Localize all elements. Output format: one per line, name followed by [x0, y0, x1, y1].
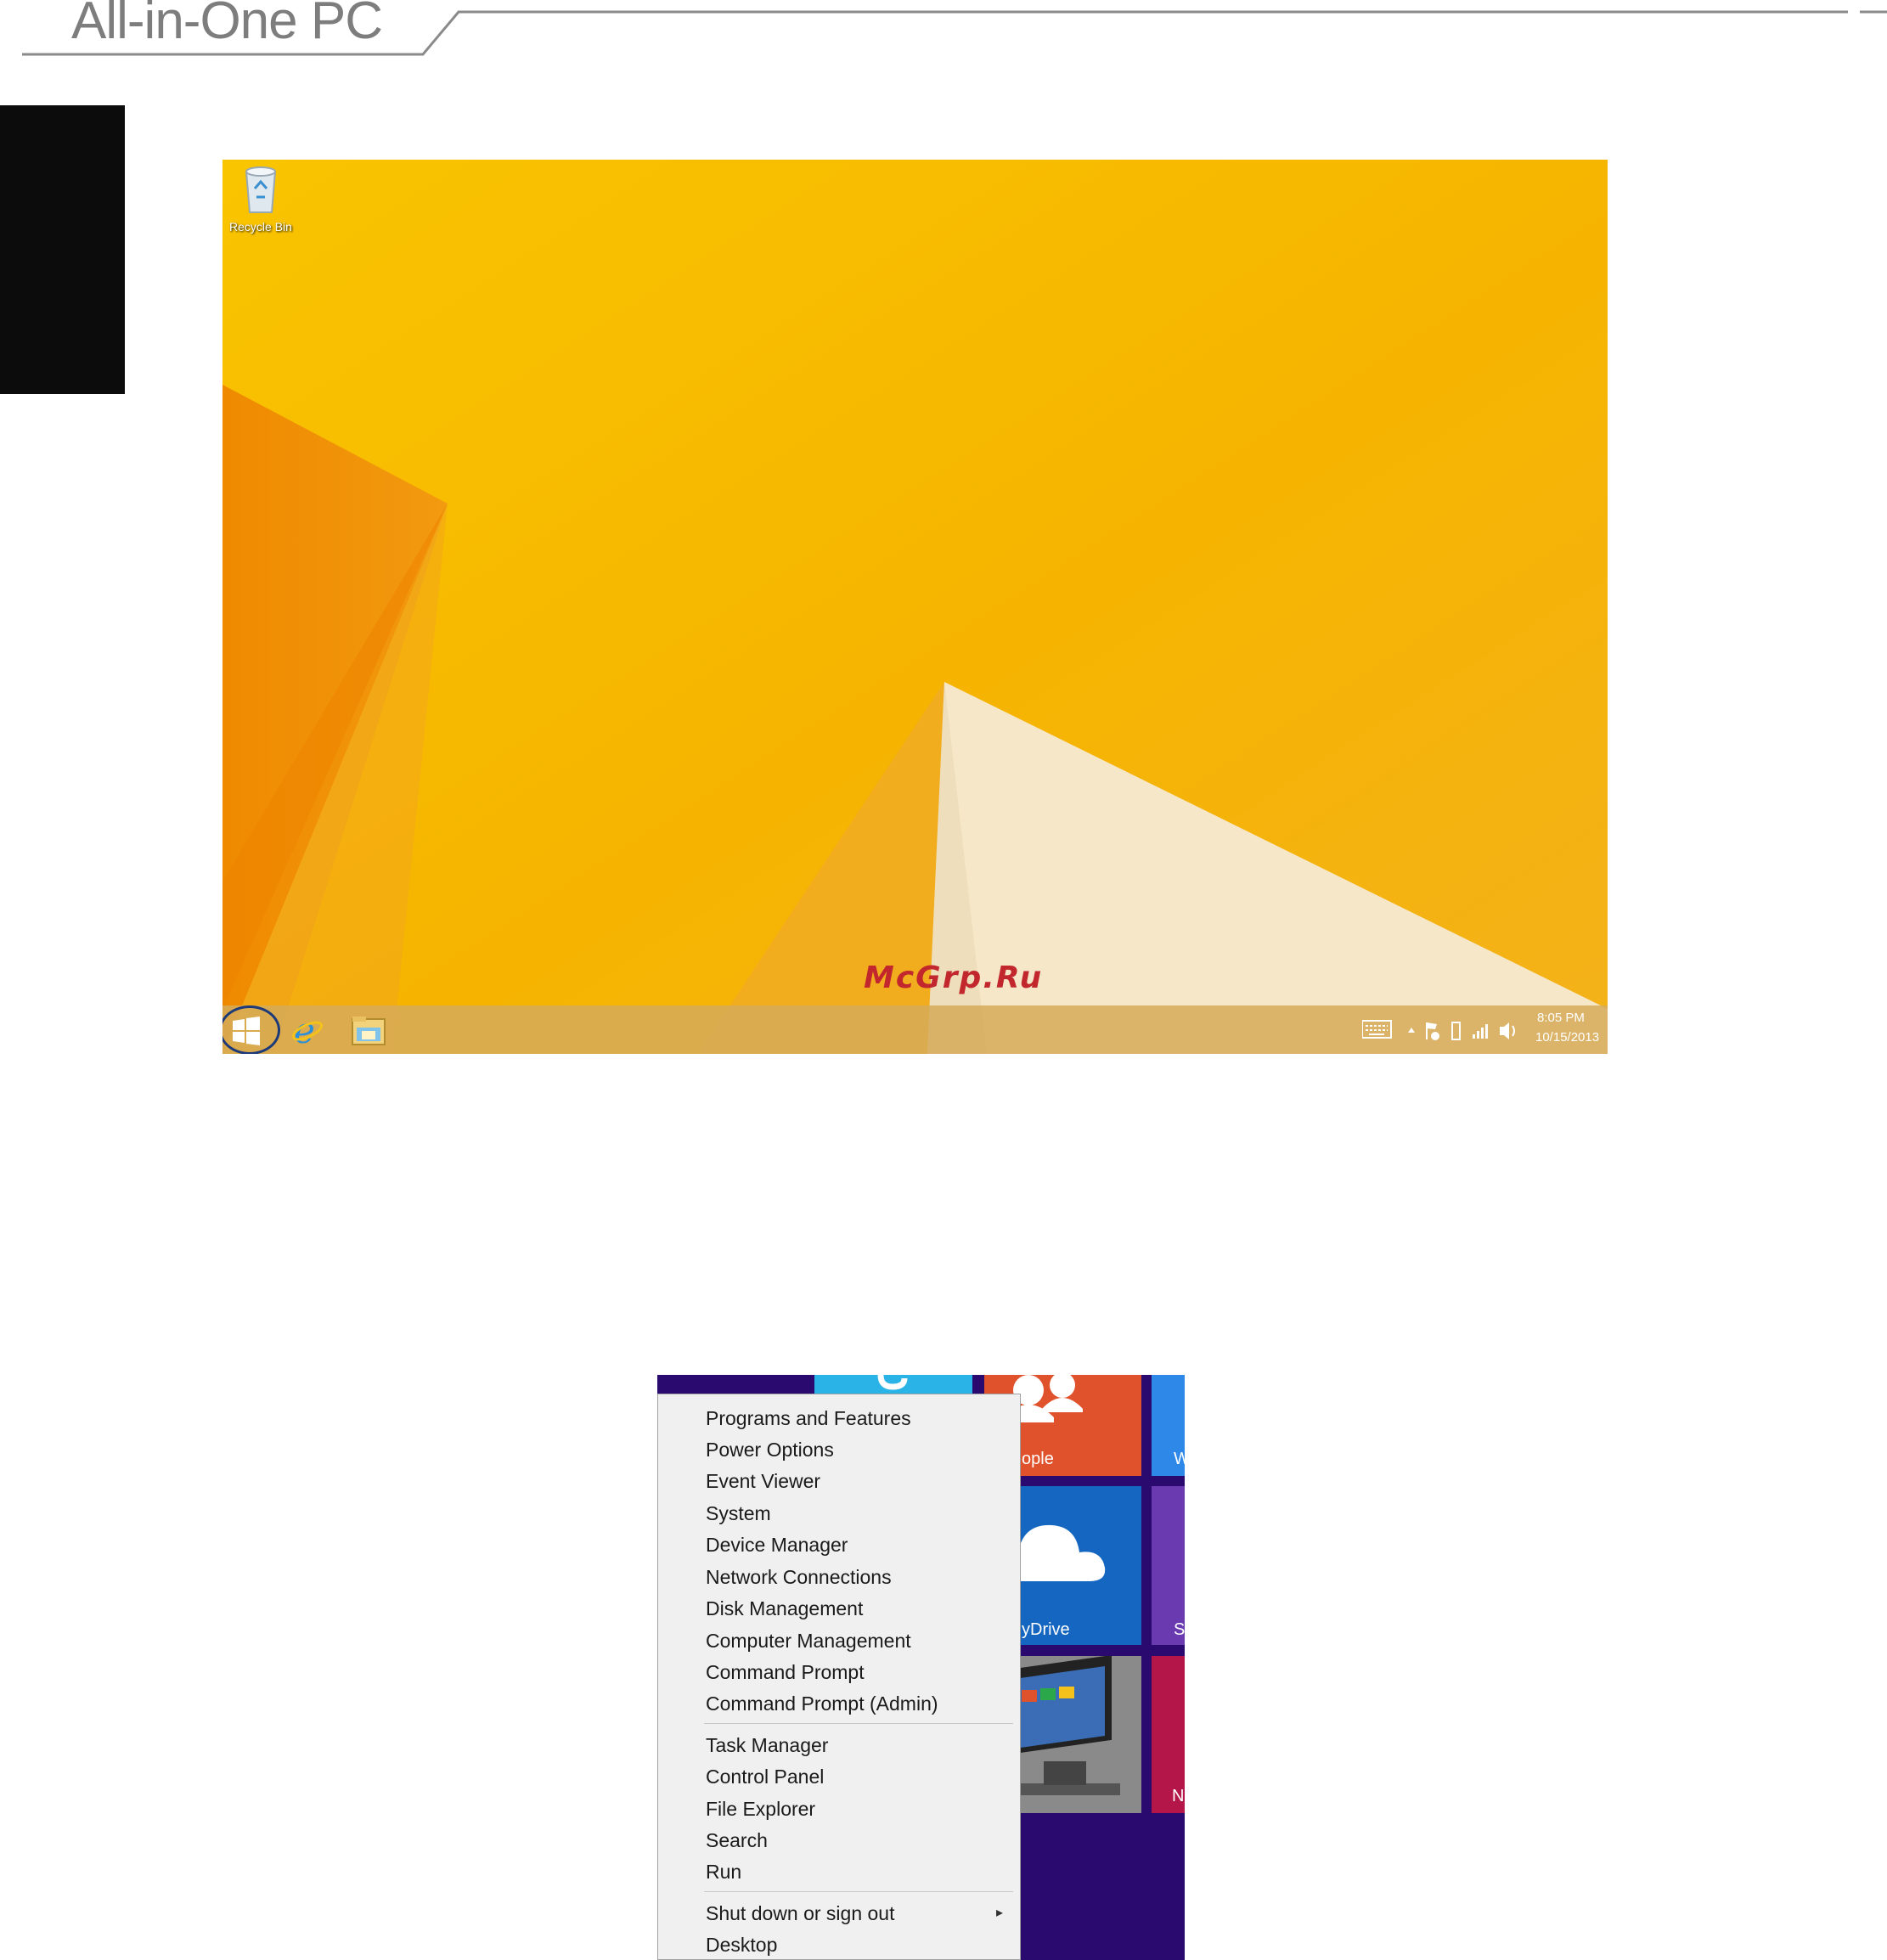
clock-date[interactable]: 10/15/2013	[1535, 1030, 1599, 1045]
show-hidden-icon	[1408, 1028, 1415, 1033]
purple-tile-label: S	[1174, 1620, 1185, 1639]
menu-item-shut-down-or-sign-out[interactable]: Shut down or sign out	[706, 1904, 894, 1923]
menu-separator	[704, 1723, 1013, 1724]
menu-item-run[interactable]: Run	[706, 1862, 741, 1882]
volume-icon	[1500, 1022, 1515, 1039]
menu-item-command-prompt[interactable]: Command Prompt	[706, 1663, 865, 1682]
menu-separator	[704, 1891, 1013, 1892]
weather-tile-label: W	[1174, 1450, 1185, 1468]
skype-tile[interactable]	[814, 1375, 972, 1394]
submenu-arrow-icon: ▸	[996, 1906, 1004, 1920]
battery-icon	[1451, 1022, 1461, 1040]
start-context-menu-screenshot: ople W yDrive S N Programs and Features …	[657, 1375, 1185, 1960]
start-button[interactable]	[229, 1014, 263, 1048]
keyboard-icon	[1362, 1020, 1392, 1039]
chapter-tab	[0, 105, 125, 394]
header-rule	[22, 10, 1887, 56]
menu-item-event-viewer[interactable]: Event Viewer	[706, 1472, 820, 1491]
menu-item-device-manager[interactable]: Device Manager	[706, 1535, 848, 1555]
menu-item-disk-management[interactable]: Disk Management	[706, 1599, 863, 1619]
menu-item-control-panel[interactable]: Control Panel	[706, 1767, 824, 1787]
menu-item-power-options[interactable]: Power Options	[706, 1440, 834, 1460]
recycle-bin-icon	[245, 166, 277, 213]
menu-item-file-explorer[interactable]: File Explorer	[706, 1799, 815, 1819]
news-tile-label: N	[1172, 1787, 1185, 1805]
people-tile-label: ople	[1022, 1450, 1054, 1468]
menu-item-desktop[interactable]: Desktop	[706, 1935, 777, 1955]
internet-explorer-icon: e	[291, 1010, 324, 1051]
watermark: McGrp.Ru	[864, 960, 1044, 995]
menu-item-system[interactable]: System	[706, 1504, 771, 1524]
context-menu: Programs and Features Power Options Even…	[657, 1394, 1021, 1960]
weather-tile[interactable]: W	[1152, 1375, 1185, 1476]
news-tile[interactable]: N	[1152, 1656, 1185, 1813]
desktop-screenshot: Recycle Bin McGrp.Ru e 8:05 PM 10/15/201…	[222, 160, 1608, 1054]
signal-icon	[1473, 1024, 1488, 1039]
menu-item-search[interactable]: Search	[706, 1831, 768, 1850]
wallpaper	[222, 160, 1608, 1054]
menu-item-command-prompt-admin[interactable]: Command Prompt (Admin)	[706, 1694, 938, 1714]
onedrive-tile-label: yDrive	[1022, 1620, 1070, 1639]
action-center-flag-icon	[1426, 1022, 1439, 1040]
clock-time[interactable]: 8:05 PM	[1537, 1011, 1585, 1025]
purple-tile[interactable]: S	[1152, 1486, 1185, 1645]
windows-logo-icon	[233, 1017, 260, 1045]
system-tray	[1362, 1020, 1515, 1040]
menu-item-network-connections[interactable]: Network Connections	[706, 1568, 892, 1587]
internet-explorer-button[interactable]: e	[290, 1010, 324, 1051]
recycle-bin-label: Recycle Bin	[229, 220, 292, 234]
menu-item-programs-and-features[interactable]: Programs and Features	[706, 1409, 911, 1428]
file-explorer-button[interactable]	[350, 1014, 387, 1046]
recycle-bin[interactable]: Recycle Bin	[227, 163, 295, 241]
menu-item-computer-management[interactable]: Computer Management	[706, 1631, 911, 1651]
taskbar: e 8:05 PM 10/15/2013	[222, 1005, 1608, 1054]
file-explorer-icon	[352, 1017, 386, 1045]
skype-icon	[877, 1375, 908, 1390]
menu-item-task-manager[interactable]: Task Manager	[706, 1736, 828, 1755]
